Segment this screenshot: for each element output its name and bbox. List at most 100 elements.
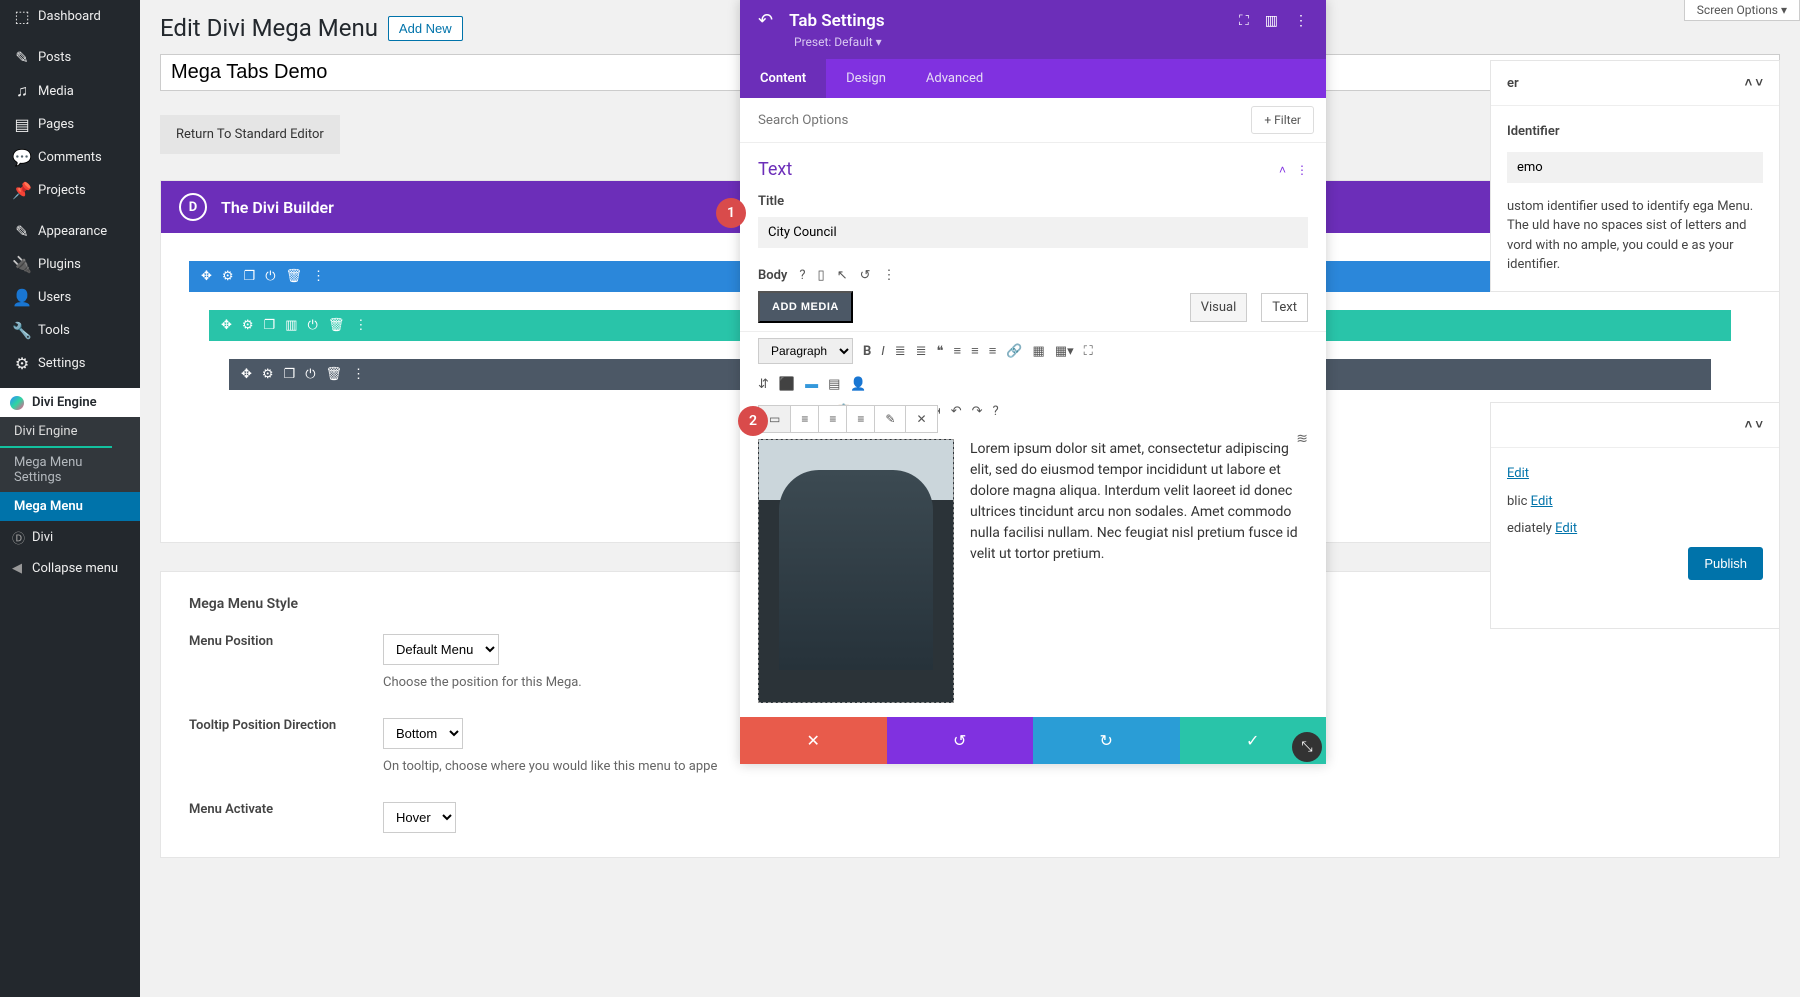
copy-icon[interactable]: ❐: [264, 318, 276, 333]
power-icon[interactable]: ⏻: [308, 318, 318, 333]
move-icon[interactable]: ✥: [241, 367, 252, 382]
tab-design[interactable]: Design: [826, 59, 906, 98]
sidebar-item-users[interactable]: 👤Users: [0, 281, 140, 314]
tool-icon[interactable]: ▤: [828, 377, 840, 392]
ul-icon[interactable]: ≣: [895, 344, 906, 359]
paragraph-select[interactable]: Paragraph: [758, 338, 853, 364]
tool-icon[interactable]: ⬛: [779, 377, 795, 392]
trash-icon[interactable]: 🗑: [286, 269, 303, 284]
screen-options-button[interactable]: Screen Options ▾: [1684, 0, 1800, 21]
tool-icon[interactable]: ⇵: [758, 377, 769, 392]
align-left-icon[interactable]: ≡: [954, 343, 962, 359]
sidebar-item-divi[interactable]: ⒹDivi: [0, 521, 140, 554]
tooltip-position-select[interactable]: Bottom: [383, 718, 463, 749]
columns-icon[interactable]: ▥: [285, 318, 297, 333]
filter-button[interactable]: + Filter: [1251, 106, 1314, 134]
sidebar-item-posts[interactable]: ✎Posts: [0, 41, 140, 74]
more-icon[interactable]: ⋮: [352, 367, 365, 382]
expand-icon[interactable]: ⛶: [1239, 13, 1249, 29]
fullscreen-icon[interactable]: ⛶: [1084, 344, 1093, 359]
trash-icon[interactable]: 🗑: [326, 367, 343, 382]
toggle-icons[interactable]: ˄ ˅: [1745, 75, 1763, 91]
align-right-icon[interactable]: ≡: [819, 406, 847, 432]
italic-icon[interactable]: I: [881, 344, 884, 359]
text-tab[interactable]: Text: [1261, 293, 1308, 322]
sidebar-item-tools[interactable]: 🔧Tools: [0, 314, 140, 347]
editor-content[interactable]: ▭ ≡ ≡ ≡ ✎ ✕ Lorem ipsum dolor sit amet, …: [740, 425, 1326, 717]
tab-advanced[interactable]: Advanced: [906, 59, 1003, 98]
sidebar-item-comments[interactable]: 💬Comments: [0, 141, 140, 174]
cursor-icon[interactable]: ↖: [837, 268, 848, 283]
editor-text[interactable]: Lorem ipsum dolor sit amet, consectetur …: [970, 439, 1308, 703]
redo-button[interactable]: ↻: [1033, 717, 1180, 764]
sidebar-item-divi-engine[interactable]: Divi Engine: [0, 388, 140, 417]
columns-icon[interactable]: ▥: [1265, 13, 1278, 29]
power-icon[interactable]: ⏻: [305, 367, 315, 382]
resize-handle-icon[interactable]: ⤡: [1292, 732, 1322, 762]
tool-icon[interactable]: ▬: [805, 376, 818, 392]
copy-icon[interactable]: ❐: [244, 269, 256, 284]
phone-icon[interactable]: ▯: [818, 268, 825, 283]
subitem-divi-engine[interactable]: Divi Engine: [0, 417, 112, 448]
responsive-icon[interactable]: ≋: [1296, 431, 1308, 447]
add-new-button[interactable]: Add New: [388, 16, 463, 41]
menu-position-select[interactable]: Default Menu: [383, 634, 499, 665]
sidebar-item-settings[interactable]: ⚙Settings: [0, 347, 140, 380]
sidebar-item-pages[interactable]: ▤Pages: [0, 108, 140, 141]
subitem-mega-menu[interactable]: Mega Menu: [0, 492, 140, 521]
close-icon[interactable]: ✕: [906, 406, 936, 432]
gear-icon[interactable]: ⚙: [262, 367, 274, 382]
schedule-edit-link[interactable]: Edit: [1555, 521, 1577, 536]
copy-icon[interactable]: ❐: [284, 367, 296, 382]
align-none-icon[interactable]: ≡: [847, 406, 875, 432]
link-icon[interactable]: 🔗: [1006, 344, 1022, 359]
sidebar-item-appearance[interactable]: ✎Appearance: [0, 215, 140, 248]
sidebar-item-plugins[interactable]: 🔌Plugins: [0, 248, 140, 281]
undo-button[interactable]: ↺: [887, 717, 1034, 764]
power-icon[interactable]: ⏻: [265, 269, 275, 284]
sidebar-item-dashboard[interactable]: ⬚Dashboard: [0, 0, 140, 33]
undo-icon[interactable]: ↶: [951, 404, 962, 419]
collapse-icon[interactable]: ˄: [1279, 163, 1286, 177]
move-icon[interactable]: ✥: [221, 318, 232, 333]
gear-icon[interactable]: ⚙: [242, 318, 254, 333]
move-icon[interactable]: ✥: [201, 269, 212, 284]
align-center-icon[interactable]: ≡: [791, 406, 819, 432]
search-options-input[interactable]: [740, 99, 1239, 142]
help-icon[interactable]: ?: [993, 404, 999, 419]
publish-button[interactable]: Publish: [1688, 547, 1763, 580]
redo-icon[interactable]: ↷: [972, 404, 983, 419]
bold-icon[interactable]: B: [863, 344, 871, 359]
visibility-edit-link[interactable]: Edit: [1531, 494, 1553, 509]
help-icon[interactable]: ?: [799, 268, 805, 283]
table-icon[interactable]: ▦▾: [1055, 344, 1074, 359]
back-icon[interactable]: ↶: [758, 10, 773, 31]
status-edit-link[interactable]: Edit: [1507, 466, 1529, 481]
toggle-icons[interactable]: ˄ ˅: [1745, 417, 1763, 433]
grid-icon[interactable]: ▦: [1033, 344, 1045, 359]
align-center-icon[interactable]: ≡: [971, 343, 979, 359]
edit-icon[interactable]: ✎: [875, 406, 906, 432]
subitem-mega-menu-settings[interactable]: Mega Menu Settings: [0, 448, 140, 492]
more-icon[interactable]: ⋮: [312, 269, 325, 284]
return-editor-button[interactable]: Return To Standard Editor: [160, 115, 340, 154]
tab-content[interactable]: Content: [740, 59, 826, 98]
sidebar-item-media[interactable]: ♫Media: [0, 74, 140, 108]
more-icon[interactable]: ⋮: [1294, 13, 1308, 29]
close-button[interactable]: ✕: [740, 717, 887, 764]
gear-icon[interactable]: ⚙: [222, 269, 234, 284]
identifier-input[interactable]: [1507, 152, 1763, 183]
undo-icon[interactable]: ↺: [860, 268, 871, 283]
align-right-icon[interactable]: ≡: [989, 343, 997, 359]
menu-activate-select[interactable]: Hover: [383, 802, 456, 833]
tool-icon[interactable]: 👤: [850, 377, 866, 392]
trash-icon[interactable]: 🗑: [328, 318, 345, 333]
quote-icon[interactable]: ❝: [937, 344, 944, 359]
editor-image[interactable]: [758, 439, 954, 703]
more-icon[interactable]: ⋮: [354, 318, 367, 333]
more-icon[interactable]: ⋮: [1296, 163, 1308, 177]
more-icon[interactable]: ⋮: [883, 268, 896, 283]
ol-icon[interactable]: ≣: [916, 344, 927, 359]
title-input[interactable]: [758, 217, 1308, 248]
add-media-button[interactable]: ADD MEDIA: [758, 291, 853, 323]
